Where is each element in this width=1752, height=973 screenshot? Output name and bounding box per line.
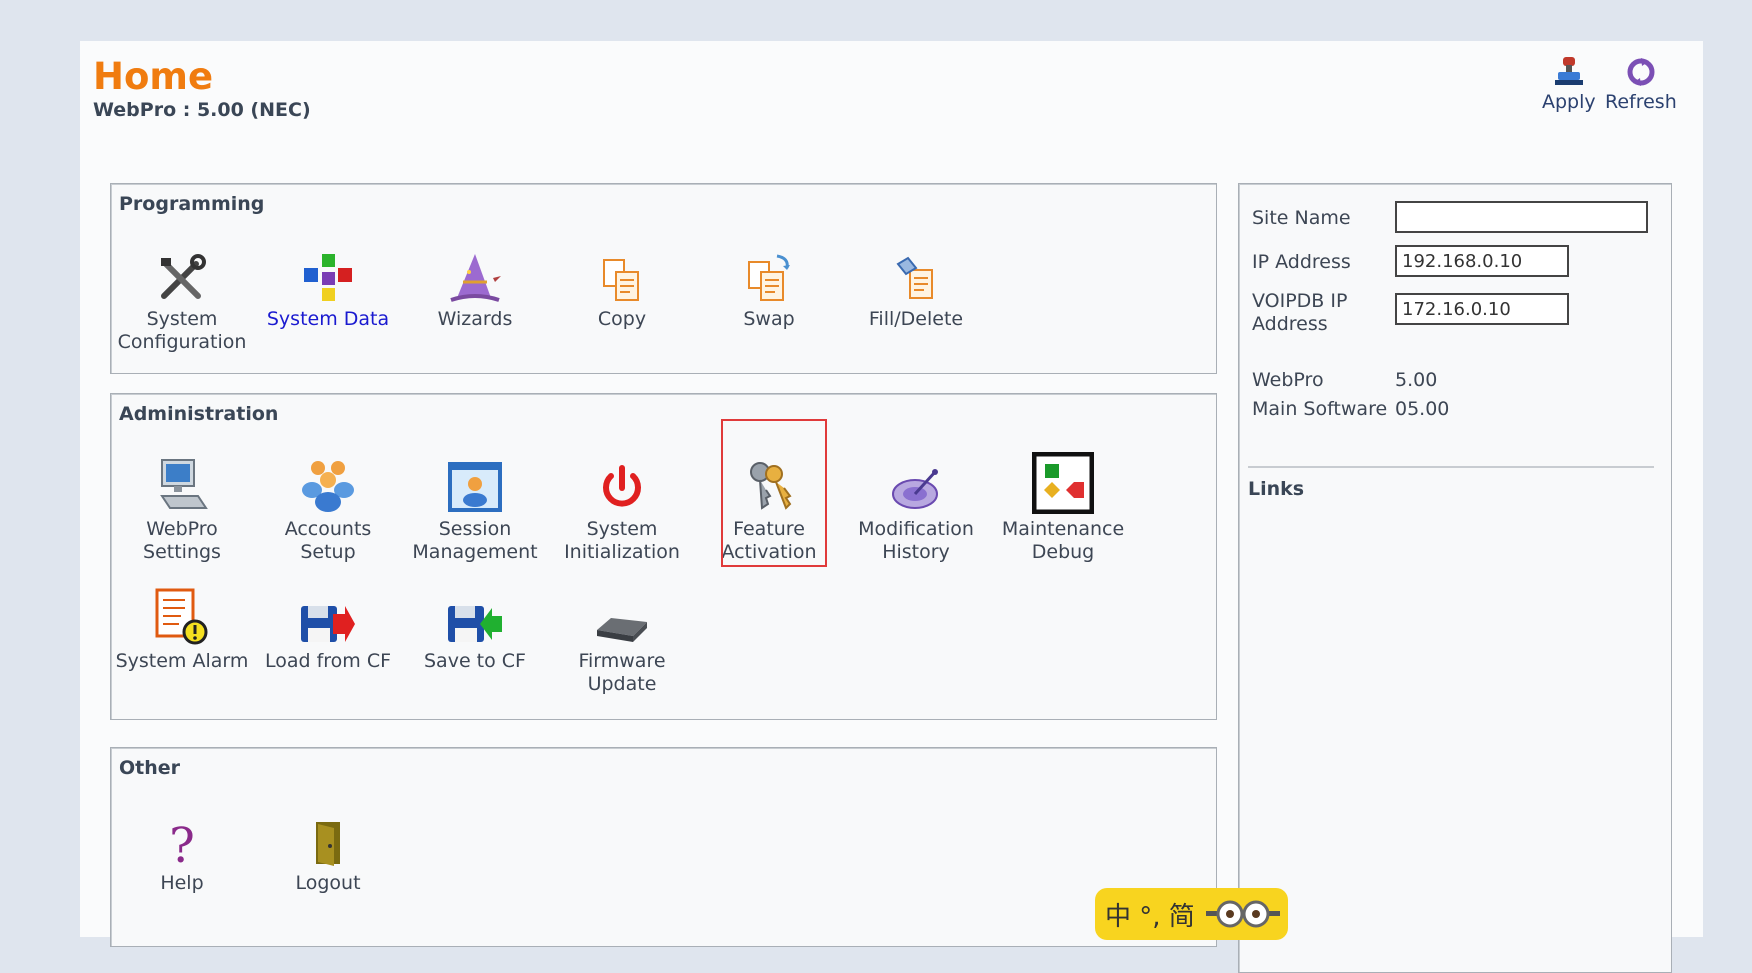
stamp-icon [1554,57,1583,85]
fill-delete-icon [896,256,933,299]
item-label: Accounts Setup [284,518,372,563]
ip-address-label: IP Address [1252,251,1351,273]
system-data-item[interactable]: System Data [258,244,398,331]
item-label: System Configuration [117,308,247,353]
main-software-value: 05.00 [1395,398,1450,420]
apply-button[interactable]: Apply [1542,55,1596,113]
item-label: Modification History [858,518,974,563]
firmware-icon [597,618,647,642]
divider [1248,466,1654,468]
item-label: Swap [743,308,795,330]
fill-delete-item[interactable]: Fill/Delete [846,244,986,331]
session-icon [448,462,502,512]
webpro-settings-item[interactable]: WebPro Settings [112,454,252,564]
site-name-label: Site Name [1252,207,1351,229]
computer-icon [160,459,208,509]
refresh-button[interactable]: Refresh [1605,55,1677,113]
logout-item[interactable]: Logout [258,808,398,895]
power-icon [603,465,641,507]
administration-panel: Administration WebPro Settings Accounts … [110,393,1217,720]
swap-item[interactable]: Swap [699,244,839,331]
main-software-label: Main Software [1252,398,1388,420]
item-label: Save to CF [424,650,526,672]
item-label: Wizards [437,308,513,330]
firmware-update-item[interactable]: Firmware Update [552,586,692,696]
system-alarm-item[interactable]: System Alarm [112,586,252,673]
page-title: Home [93,55,214,98]
wizards-item[interactable]: Wizards [405,244,545,331]
session-management-item[interactable]: Session Management [405,454,545,564]
svg-text:?: ? [169,818,195,868]
refresh-icon [1627,58,1655,86]
debug-icon [1032,452,1094,514]
mascot-eyes-icon [1206,900,1280,928]
item-label: System Data [266,308,390,330]
links-title: Links [1248,478,1305,500]
item-label: Maintenance Debug [1001,518,1125,563]
help-icon: ? [169,818,195,868]
help-item[interactable]: ? Help [112,808,252,895]
wizard-hat-icon [450,254,501,302]
system-configuration-item[interactable]: System Configuration [112,244,252,354]
other-title: Other [119,757,181,779]
programming-title: Programming [119,193,265,215]
accounts-setup-item[interactable]: Accounts Setup [258,454,398,564]
copy-item[interactable]: Copy [552,244,692,331]
item-label: Help [160,872,204,894]
tools-icon [161,254,206,299]
load-cf-icon [301,606,355,642]
ime-toolbar[interactable]: 中 °, 简 [1095,888,1288,940]
modification-history-item[interactable]: Modification History [846,454,986,564]
main-page: Home WebPro : 5.00 (NEC) Apply Refresh P… [80,41,1703,973]
site-name-input[interactable] [1395,201,1648,233]
item-label: Logout [295,872,361,894]
programming-panel: Programming System Configuration System … [110,183,1217,374]
refresh-label: Refresh [1605,91,1677,113]
item-label: System Initialization [564,518,680,563]
system-initialization-item[interactable]: System Initialization [552,454,692,564]
webpro-version-label: WebPro [1252,369,1324,391]
alarm-icon [155,588,208,645]
item-label: Copy [597,308,647,330]
cubes-icon [304,254,352,301]
item-label: Fill/Delete [868,308,964,330]
voipdb-ip-label: VOIPDB IP Address [1252,290,1348,335]
ime-text: 中 °, 简 [1105,902,1195,932]
maintenance-debug-item[interactable]: Maintenance Debug [993,452,1133,564]
swap-icon [748,254,790,301]
version-subtitle: WebPro : 5.00 (NEC) [93,99,311,121]
load-from-cf-item[interactable]: Load from CF [258,586,398,673]
selection-highlight [721,419,827,567]
save-cf-icon [448,606,502,642]
item-label: Firmware Update [578,650,666,695]
apply-label: Apply [1542,91,1596,113]
item-label: WebPro Settings [143,518,221,563]
logout-icon [316,822,340,866]
item-label: Load from CF [264,650,392,672]
other-panel: Other ? Help Logout [110,747,1217,947]
history-icon [892,469,938,509]
item-label: Session Management [412,518,538,563]
voipdb-ip-input[interactable] [1395,293,1569,325]
ip-address-input[interactable] [1395,245,1569,277]
users-icon [302,461,354,512]
administration-title: Administration [119,403,279,425]
webpro-version-value: 5.00 [1395,369,1438,391]
item-label: System Alarm [115,650,249,672]
copy-icon [603,259,639,301]
save-to-cf-item[interactable]: Save to CF [405,586,545,673]
info-panel: Site Name IP Address VOIPDB IP Address W… [1238,183,1672,973]
